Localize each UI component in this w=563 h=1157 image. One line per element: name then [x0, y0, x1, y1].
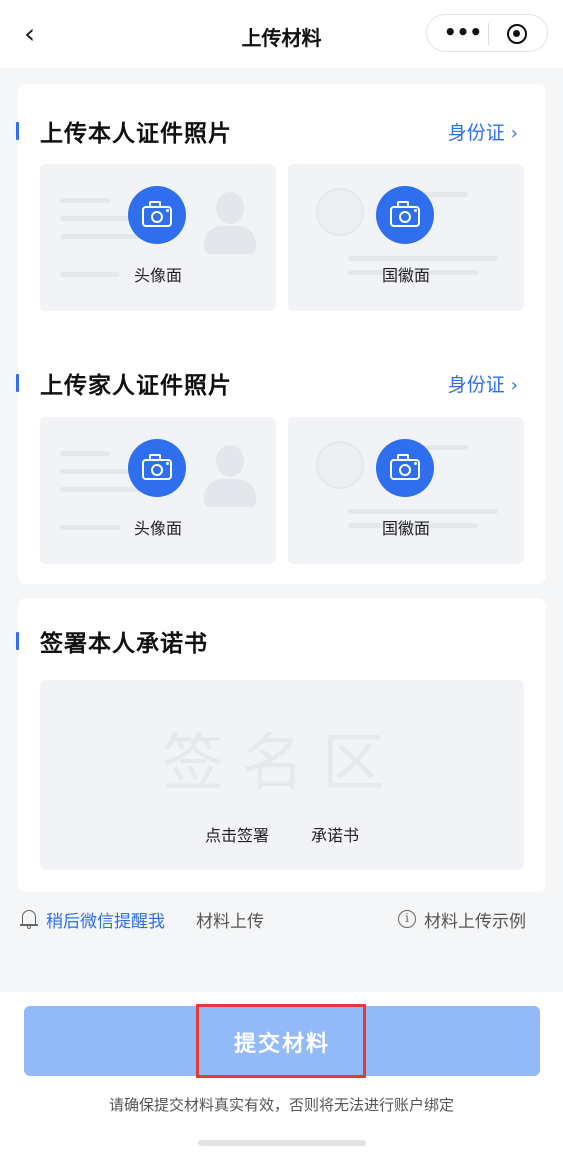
ghost-line — [348, 256, 498, 261]
self-id-type-label: 身份证 — [447, 122, 505, 144]
navigation-bar: ‹ 上传材料 ••• — [0, 0, 563, 68]
signature-area[interactable]: 签名区 点击签署 承诺书 — [40, 680, 524, 870]
chevron-right-icon: › — [510, 375, 518, 396]
home-indicator — [198, 1140, 366, 1146]
family-id-type-selector[interactable]: 身份证 › — [448, 370, 518, 397]
camera-icon[interactable] — [128, 186, 186, 244]
family-id-front-upload[interactable]: 头像面 — [40, 417, 276, 564]
submit-button[interactable]: 提交材料 — [24, 1004, 540, 1078]
signature-hint-part1: 点击签署 — [204, 826, 269, 845]
highlight-box — [196, 1004, 366, 1078]
family-id-header: 上传家人证件照片 身份证 › — [16, 362, 546, 402]
self-id-back-label: 国徽面 — [381, 266, 430, 285]
mini-program-capsule: ••• — [426, 14, 548, 52]
signature-hint-part2: 承诺书 — [311, 826, 360, 845]
upload-example-label: 材料上传示例 — [424, 912, 526, 932]
camera-icon[interactable] — [376, 439, 434, 497]
section-accent-bar — [16, 374, 19, 392]
emblem-placeholder-icon — [316, 188, 364, 236]
wechat-reminder-link[interactable]: 稍后微信提醒我 — [46, 907, 165, 932]
camera-icon[interactable] — [376, 186, 434, 244]
family-id-title: 上传家人证件照片 — [40, 373, 232, 399]
portrait-placeholder-icon — [204, 445, 256, 509]
ghost-line — [60, 198, 110, 203]
bell-icon — [20, 909, 38, 929]
family-id-type-label: 身份证 — [447, 374, 505, 396]
section-accent-bar — [16, 122, 19, 140]
signature-hint: 点击签署 承诺书 — [40, 822, 524, 846]
more-dots-icon[interactable]: ••• — [441, 21, 485, 47]
signature-card: 签署本人承诺书 签名区 点击签署 承诺书 — [16, 598, 546, 892]
self-id-front-upload[interactable]: 头像面 — [40, 164, 276, 311]
ghost-line — [60, 216, 130, 221]
self-id-type-selector[interactable]: 身份证 › — [448, 118, 518, 145]
reminder-text: 材料上传 — [196, 912, 264, 932]
ghost-line — [60, 469, 130, 474]
family-id-front-label: 头像面 — [133, 519, 182, 538]
close-target-icon[interactable] — [507, 24, 527, 44]
family-id-back-label: 国徽面 — [381, 519, 430, 538]
self-id-front-label: 头像面 — [133, 266, 182, 285]
footer-bar: 提交材料 请确保提交材料真实有效，否则将无法进行账户绑定 — [0, 992, 563, 1157]
self-id-back-upload[interactable]: 国徽面 — [288, 164, 524, 311]
section-accent-bar — [16, 632, 19, 650]
signature-title: 签署本人承诺书 — [40, 631, 208, 657]
emblem-placeholder-icon — [316, 441, 364, 489]
info-icon: i — [398, 910, 416, 928]
camera-icon[interactable] — [128, 439, 186, 497]
portrait-placeholder-icon — [204, 192, 256, 256]
self-id-header: 上传本人证件照片 身份证 › — [16, 110, 546, 150]
chevron-right-icon: › — [510, 123, 518, 144]
submission-notice: 请确保提交材料真实有效，否则将无法进行账户绑定 — [108, 1096, 454, 1114]
self-id-title: 上传本人证件照片 — [40, 121, 232, 147]
capsule-divider — [488, 23, 489, 45]
ghost-line — [348, 509, 498, 514]
signature-header: 签署本人承诺书 — [16, 620, 546, 660]
signature-placeholder: 签名区 — [161, 726, 402, 799]
ghost-line — [60, 451, 110, 456]
id-upload-card: 上传本人证件照片 身份证 › 头像面 国徽面 上传家人证件照片 身份证 › 头像面 — [16, 84, 546, 584]
family-id-back-upload[interactable]: 国徽面 — [288, 417, 524, 564]
